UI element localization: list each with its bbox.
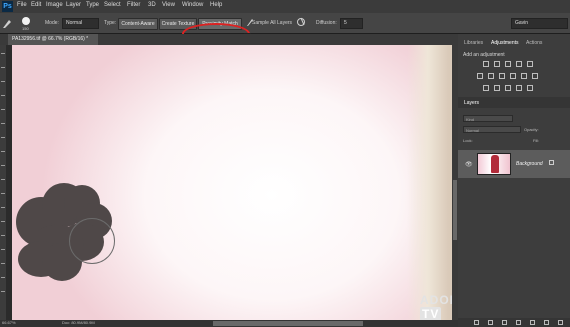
options-bar: 150 Mode: Normal Type: Content-Aware Cre… [0,13,570,45]
tool-icon[interactable] [1,151,5,152]
tool-icon[interactable] [1,221,5,222]
tool-icon[interactable] [1,123,5,124]
layer-kind-filter[interactable]: Kind [463,115,513,122]
adorama-tv-watermark: ADORAMA TV [420,293,452,320]
menu-view[interactable]: View [162,2,175,8]
hue-saturation-icon[interactable] [477,73,483,79]
sample-all-layers-label: Sample All Layers [252,20,293,26]
new-layer-icon[interactable] [544,320,549,325]
selective-color-icon[interactable] [516,85,522,91]
document-canvas[interactable]: ADORAMA TV [12,45,452,320]
lock-label: Lock: [463,138,473,143]
brush-cursor [69,218,115,264]
menu-type[interactable]: Type [86,2,99,8]
mode-select[interactable]: Normal [62,18,99,29]
tool-icon[interactable] [1,109,5,110]
fill-label: Fill: [533,138,540,143]
levels-icon[interactable] [494,61,500,67]
watermark-text: ADORAMA [420,293,452,307]
tool-icon[interactable] [1,277,5,278]
layer-style-icon[interactable] [488,320,493,325]
tab-adjustments[interactable]: Adjustments [491,40,519,46]
color-balance-icon[interactable] [488,73,494,79]
brightness-contrast-icon[interactable] [483,61,489,67]
diffusion-label: Diffusion: [316,20,337,26]
brush-preset-icon[interactable] [22,17,30,25]
tab-libraries[interactable]: Libraries [464,40,483,46]
diffusion-select[interactable]: 5 [340,18,363,29]
new-group-icon[interactable] [530,320,535,325]
layer-thumbnail-subject [491,155,499,173]
lock-icon [549,160,554,165]
eye-icon[interactable]: 👁 [465,161,473,168]
opacity-label: Opacity: [524,127,539,132]
menu-help[interactable]: Help [210,2,222,8]
tool-icon[interactable] [1,81,5,82]
curves-icon[interactable] [505,61,511,67]
tool-icon[interactable] [1,207,5,208]
new-adjustment-layer-icon[interactable] [516,320,521,325]
zoom-level[interactable]: 66.67% [2,320,16,325]
gradient-map-icon[interactable] [527,85,533,91]
tool-icon[interactable] [1,53,5,54]
spot-healing-brush-icon[interactable] [2,17,12,29]
link-layers-icon[interactable] [474,320,479,325]
color-lookup-icon[interactable] [532,73,538,79]
content-aware-button[interactable]: Content-Aware [118,18,158,30]
layer-name[interactable]: Background [516,161,543,167]
document-tab[interactable]: PA132956.tif @ 66.7% (RGB/16) * [8,34,98,45]
workspace-select[interactable]: Gavin [511,18,568,29]
type-label: Type: [104,20,117,26]
menu-3d[interactable]: 3D [148,2,156,8]
threshold-icon[interactable] [505,85,511,91]
exposure-icon[interactable] [516,61,522,67]
tool-icon[interactable] [1,137,5,138]
menu-file[interactable]: File [17,2,27,8]
horizontal-scrollbar-thumb[interactable] [213,321,363,326]
adjustments-title: Add an adjustment [463,52,505,58]
subject-hair-image [407,45,452,320]
tool-icon[interactable] [1,95,5,96]
tab-actions[interactable]: Actions [526,40,542,46]
brush-size-value: 150 [22,26,29,31]
invert-icon[interactable] [483,85,489,91]
posterize-icon[interactable] [494,85,500,91]
mode-label: Mode: [45,20,59,26]
pressure-size-icon[interactable] [296,17,306,28]
tool-icon[interactable] [1,263,5,264]
menu-edit[interactable]: Edit [31,2,41,8]
tool-icon[interactable] [1,249,5,250]
tool-icon[interactable] [1,193,5,194]
menu-select[interactable]: Select [104,2,121,8]
menu-bar: Ps File Edit Image Layer Type Select Fil… [0,0,570,13]
menu-image[interactable]: Image [46,2,63,8]
doc-size-info: Doc: 80.9M/80.9M [62,320,95,325]
blend-mode-select[interactable]: Normal [463,126,521,133]
tool-icon[interactable] [1,291,5,292]
black-white-icon[interactable] [499,73,505,79]
menu-layer[interactable]: Layer [66,2,81,8]
tool-icon[interactable] [1,179,5,180]
vertical-scrollbar-thumb[interactable] [453,180,457,240]
menu-filter[interactable]: Filter [127,2,140,8]
watermark-tv: TV [420,307,442,320]
photoshop-logo-icon: Ps [2,1,13,12]
tool-icon[interactable] [1,165,5,166]
tools-panel[interactable] [0,45,6,320]
add-mask-icon[interactable] [502,320,507,325]
channel-mixer-icon[interactable] [521,73,527,79]
photo-filter-icon[interactable] [510,73,516,79]
vibrance-icon[interactable] [527,61,533,67]
delete-layer-icon[interactable] [558,320,563,325]
tab-layers[interactable]: Layers [464,100,479,106]
menu-window[interactable]: Window [182,2,203,8]
tool-icon[interactable] [1,235,5,236]
tool-icon[interactable] [1,67,5,68]
